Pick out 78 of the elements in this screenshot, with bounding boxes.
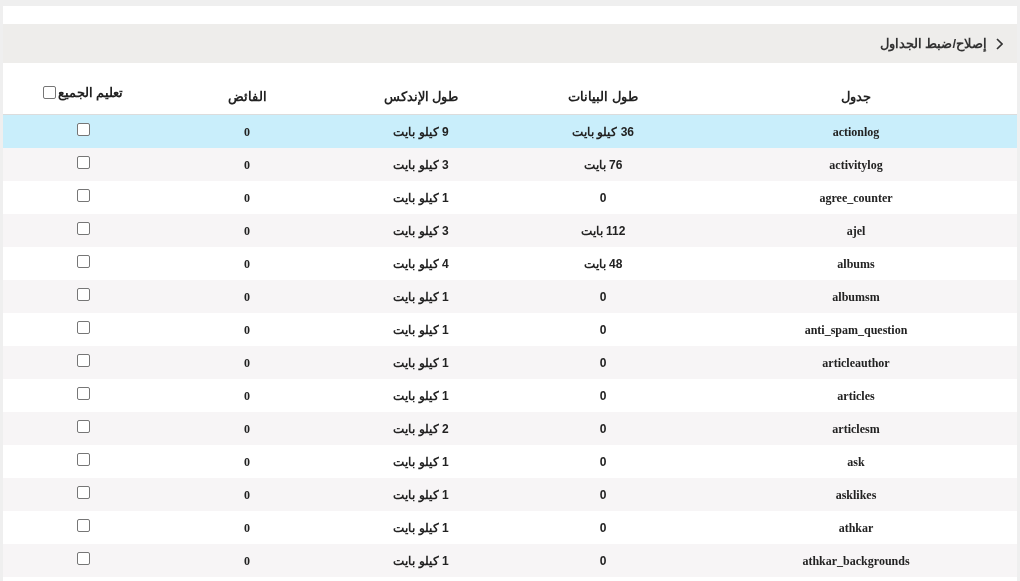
table-cell-text: articles — [837, 387, 875, 405]
table-cell-text: 0 — [244, 420, 250, 438]
table-cell-text: 0 — [599, 420, 607, 438]
table-cell-text: 9 كيلو بايت — [393, 123, 449, 141]
table-cell-text: 2 كيلو بايت — [393, 420, 449, 438]
table-cell-text: 0 — [244, 288, 250, 306]
table-cell-text: 4 كيلو بايت — [393, 255, 449, 273]
table-cell-text: athkar — [838, 519, 874, 537]
table-cell-text: 1 كيلو بايت — [393, 552, 449, 570]
table-cell-text: articleauthor — [822, 354, 890, 372]
chevron-icon[interactable] — [995, 37, 1003, 50]
table-cell-text: 0 — [244, 519, 250, 537]
table-cell-text: 0 — [599, 486, 607, 504]
table-cell-text: 0 — [599, 321, 607, 339]
table-cell-text: 0 — [599, 519, 607, 537]
table-cell-text: 0 — [244, 387, 250, 405]
table-cell-text: articlesm — [832, 420, 880, 438]
column-header: جدول — [841, 87, 871, 106]
column-header: الفائض — [227, 87, 267, 106]
table-cell-text: 0 — [599, 354, 607, 372]
table-cell-text: albums — [837, 255, 875, 273]
checkbox[interactable] — [76, 255, 90, 268]
table-cell-text: 0 — [244, 321, 250, 339]
table-cell-text: anti_spam_question — [804, 321, 908, 339]
table-cell-text: 0 — [599, 189, 607, 207]
table-cell-text: 1 كيلو بايت — [393, 387, 449, 405]
checkbox[interactable] — [76, 222, 90, 235]
table-cell-text: 0 — [599, 288, 607, 306]
table-cell-text: 0 — [244, 486, 250, 504]
table-cell-text: 0 — [244, 156, 250, 174]
table-cell-text: 3 كيلو بايت — [393, 222, 449, 240]
table-cell-text: ask — [847, 453, 865, 471]
checkbox[interactable] — [76, 387, 90, 400]
table-cell-text: albumsm — [832, 288, 880, 306]
checkbox[interactable] — [76, 123, 90, 136]
table-cell-text: 1 كيلو بايت — [393, 321, 449, 339]
table-cell-text: 76 بايت — [583, 156, 623, 174]
checkbox[interactable] — [76, 156, 90, 169]
table-cell-text: 1 كيلو بايت — [393, 288, 449, 306]
table-cell-text: 1 كيلو بايت — [393, 354, 449, 372]
checkbox[interactable] — [76, 321, 90, 334]
table-cell-text: 1 كيلو بايت — [393, 189, 449, 207]
table-cell-text: asklikes — [835, 486, 877, 504]
table-cell-text: agree_counter — [819, 189, 893, 207]
table-cell-text: ajel — [846, 222, 866, 240]
column-header: طول الإندكس — [383, 87, 459, 106]
table-cell-text: actionlog — [832, 123, 880, 141]
table-cell-text: 1 كيلو بايت — [393, 453, 449, 471]
checkbox[interactable] — [76, 420, 90, 433]
table-cell-text: 0 — [599, 453, 607, 471]
table-cell-text: 3 كيلو بايت — [393, 156, 449, 174]
checkbox[interactable] — [76, 552, 90, 565]
table-cell-text: 0 — [244, 189, 250, 207]
table-cell-text: 0 — [244, 255, 250, 273]
table-cell-text: 48 بايت — [583, 255, 623, 273]
table-cell-text: 0 — [599, 387, 607, 405]
checkbox[interactable] — [76, 288, 90, 301]
table-cell-text: 1 كيلو بايت — [393, 519, 449, 537]
table-cell-text: 0 — [244, 354, 250, 372]
table-cell-text: 1 كيلو بايت — [393, 486, 449, 504]
page-title: إصلاح/ضبط الجداول — [879, 34, 987, 54]
table-cell-text: 112 بايت — [580, 222, 626, 240]
checkbox[interactable] — [76, 453, 90, 466]
checkbox[interactable] — [42, 85, 56, 99]
column-header: تعليم الجميع — [57, 83, 124, 102]
table-cell-text: 36 كيلو بايت — [572, 123, 634, 141]
table-cell-text: activitylog — [829, 156, 883, 174]
checkbox[interactable] — [76, 486, 90, 499]
table-cell-text: 0 — [244, 453, 250, 471]
table-cell-text: athkar_backgrounds — [802, 552, 910, 570]
table-cell-text: 0 — [244, 222, 250, 240]
column-header: طول البيانات — [568, 87, 638, 106]
table-cell-text: 0 — [244, 552, 250, 570]
table-cell-text: 0 — [244, 123, 250, 141]
checkbox[interactable] — [76, 189, 90, 202]
checkbox[interactable] — [76, 354, 90, 367]
table-cell-text: 0 — [599, 552, 607, 570]
checkbox[interactable] — [76, 519, 90, 532]
